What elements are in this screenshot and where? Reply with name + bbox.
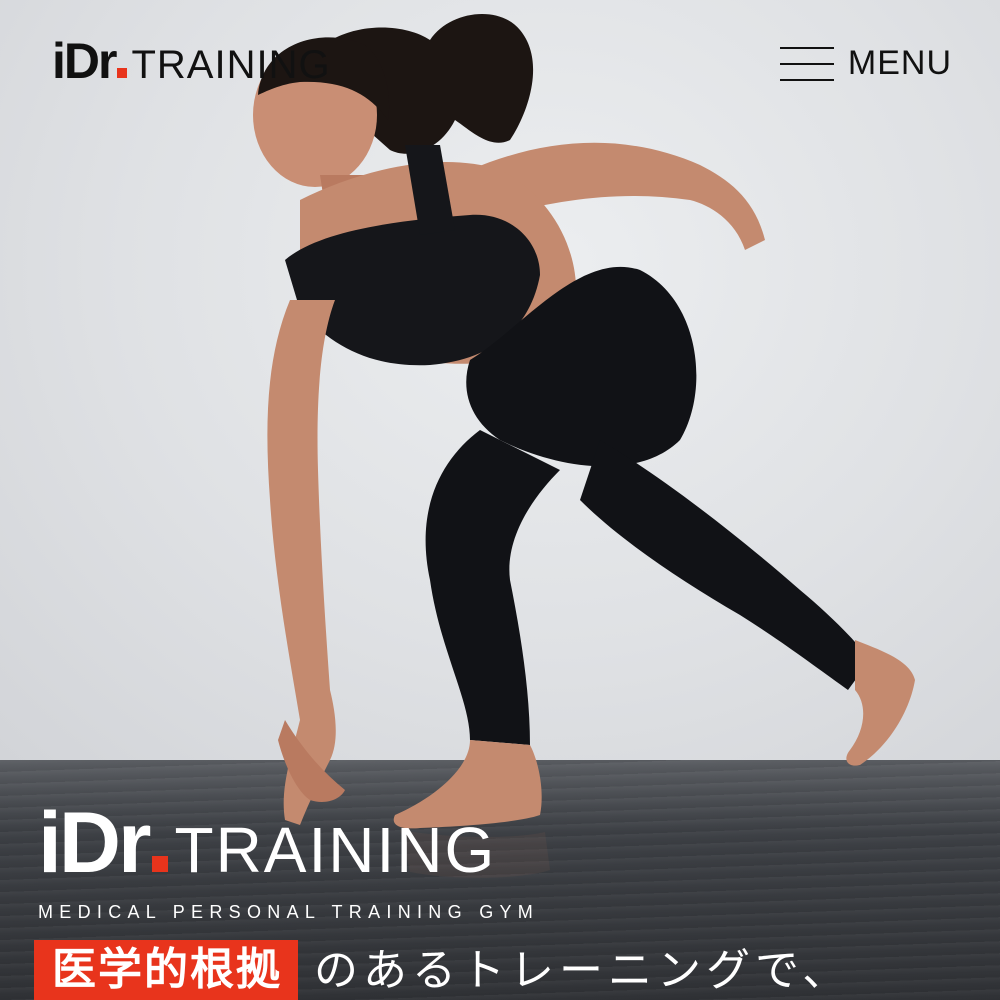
logo-accent-dot [117, 68, 128, 78]
logo-mark: iDr [52, 33, 117, 89]
hamburger-icon [779, 45, 834, 83]
hero-section: iDr TRAINING MENU iDr TRAINING MEDICAL P… [0, 0, 1000, 1000]
hero-brand-block: iDr TRAINING MEDICAL PERSONAL TRAINING G… [38, 800, 539, 923]
hamburger-line-bottom [779, 78, 834, 81]
hero-catch-copy: 医学的根拠 のあるトレーニングで、 [34, 940, 851, 1000]
hero-brand-accent-dot [152, 856, 169, 872]
catch-highlight: 医学的根拠 [34, 940, 298, 1000]
hamburger-line-top [779, 46, 834, 49]
header-logo[interactable]: iDr TRAINING [52, 36, 331, 90]
catch-rest: のあるトレーニングで、 [314, 946, 852, 995]
hero-brand-wordmark: TRAINING [174, 814, 497, 886]
menu-label: MENU [847, 44, 952, 82]
hamburger-line-middle [779, 62, 834, 65]
hero-brand-mark: iDr [38, 795, 151, 891]
menu-button[interactable]: MENU [779, 44, 952, 83]
logo-wordmark: TRAINING [131, 43, 331, 87]
hero-brand-logo: iDr TRAINING [38, 800, 539, 886]
hero-tagline: MEDICAL PERSONAL TRAINING GYM [38, 902, 540, 922]
